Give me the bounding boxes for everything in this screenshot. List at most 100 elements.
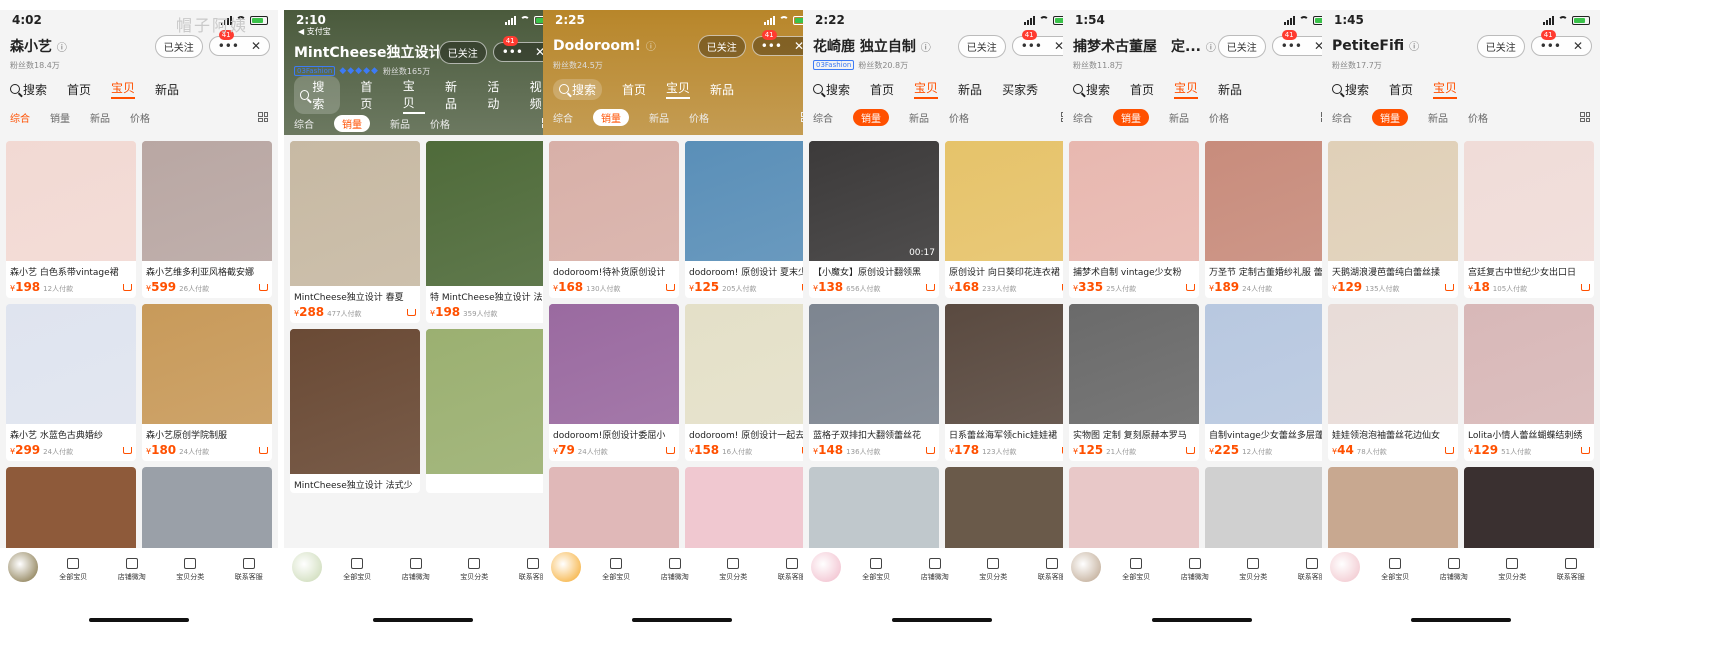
nav-tab[interactable]: 新品 bbox=[1218, 81, 1242, 98]
shop-avatar[interactable] bbox=[1071, 552, 1101, 582]
search-button[interactable]: 搜索 bbox=[10, 81, 47, 98]
product-image[interactable] bbox=[142, 304, 272, 424]
grid-view-icon[interactable] bbox=[258, 112, 268, 122]
product-card[interactable]: MintCheese独立设计 春夏 ¥ 288 477人付款 bbox=[290, 141, 420, 323]
cart-icon[interactable] bbox=[1581, 447, 1590, 454]
tabbar-item[interactable]: 宝贝分类 bbox=[161, 558, 220, 582]
sort-option[interactable]: 销量 bbox=[593, 108, 629, 126]
tabbar-item[interactable]: 全部宝贝 bbox=[847, 558, 906, 582]
nav-tab[interactable]: 宝贝 bbox=[1174, 79, 1199, 99]
product-image[interactable] bbox=[1328, 304, 1458, 424]
shop-name[interactable]: 森小艺 ⓘ bbox=[10, 36, 155, 56]
cart-icon[interactable] bbox=[1581, 284, 1590, 291]
sort-option[interactable]: 价格 bbox=[130, 110, 150, 125]
info-icon[interactable]: ⓘ bbox=[1206, 43, 1216, 54]
tabbar-item[interactable]: 店铺微淘 bbox=[1166, 558, 1225, 582]
cart-icon[interactable] bbox=[1186, 284, 1195, 291]
product-card[interactable]: 捕梦术自制 vintage少女粉 ¥ 335 25人付款 bbox=[1069, 141, 1199, 298]
sort-option[interactable]: 价格 bbox=[1209, 110, 1229, 125]
product-image[interactable] bbox=[809, 304, 939, 424]
tabbar-item[interactable]: 联系客服 bbox=[220, 558, 279, 582]
close-icon[interactable]: ✕ bbox=[251, 39, 261, 53]
search-button[interactable]: 搜索 bbox=[294, 76, 341, 114]
nav-tab[interactable]: 首页 bbox=[870, 81, 894, 98]
nav-tab[interactable]: 首页 bbox=[1389, 81, 1413, 98]
cart-icon[interactable] bbox=[123, 284, 132, 291]
product-card[interactable]: 宫廷复古中世纪少女出口日 ¥ 18 105人付款 bbox=[1464, 141, 1594, 298]
tabbar-item[interactable]: 宝贝分类 bbox=[964, 558, 1023, 582]
product-card[interactable] bbox=[426, 329, 556, 493]
more-icon[interactable]: ••• bbox=[1540, 39, 1561, 53]
sort-option[interactable]: 综合 bbox=[1332, 110, 1352, 125]
sort-option[interactable]: 价格 bbox=[1468, 110, 1488, 125]
back-to-alipay[interactable]: ◀ 支付宝 bbox=[284, 26, 562, 36]
product-image[interactable] bbox=[945, 141, 1075, 261]
product-card[interactable]: 特 MintCheese独立设计 法 ¥ 198 359人付款 bbox=[426, 141, 556, 323]
grid-view-icon[interactable] bbox=[1580, 112, 1590, 122]
product-card[interactable]: Lolita小情人蕾丝蝴蝶结刺绣 ¥ 129 51人付款 bbox=[1464, 304, 1594, 461]
tabbar-item[interactable]: 全部宝贝 bbox=[587, 558, 646, 582]
tabbar-item[interactable]: 店铺微淘 bbox=[387, 558, 446, 582]
tabbar-item[interactable]: 店铺微淘 bbox=[103, 558, 162, 582]
more-icon[interactable]: ••• bbox=[502, 45, 523, 59]
follow-button[interactable]: 已关注 bbox=[957, 34, 1006, 58]
product-image[interactable]: 00:17 bbox=[809, 141, 939, 261]
product-image[interactable] bbox=[549, 304, 679, 424]
product-card[interactable]: MintCheese独立设计 法式少 bbox=[290, 329, 420, 493]
product-card[interactable]: dodoroom!待补货原创设计 ¥ 168 130人付款 bbox=[549, 141, 679, 298]
nav-tab[interactable]: 宝贝 bbox=[1433, 79, 1458, 99]
tabbar-item[interactable]: 全部宝贝 bbox=[328, 558, 387, 582]
nav-tab[interactable]: 活动 bbox=[487, 78, 509, 112]
cart-icon[interactable] bbox=[666, 284, 675, 291]
search-button[interactable]: 搜索 bbox=[553, 78, 603, 100]
cart-icon[interactable] bbox=[407, 309, 416, 316]
sort-option[interactable]: 新品 bbox=[390, 116, 410, 131]
more-menu-button[interactable]: ••• 41 ✕ bbox=[208, 30, 270, 56]
sort-option[interactable]: 价格 bbox=[949, 110, 969, 125]
follow-button[interactable]: 已关注 bbox=[1476, 34, 1525, 58]
cart-icon[interactable] bbox=[926, 284, 935, 291]
product-image[interactable] bbox=[549, 141, 679, 261]
product-image[interactable] bbox=[290, 329, 420, 474]
product-card[interactable]: dodoroom!原创设计委屈小 ¥ 79 24人付款 bbox=[549, 304, 679, 461]
shop-avatar[interactable] bbox=[551, 552, 581, 582]
product-image[interactable] bbox=[685, 304, 815, 424]
more-icon[interactable]: ••• bbox=[761, 39, 782, 53]
tabbar-item[interactable]: 宝贝分类 bbox=[445, 558, 504, 582]
follow-button[interactable]: 已关注 bbox=[154, 34, 203, 58]
sort-option[interactable]: 销量 bbox=[50, 110, 70, 125]
follow-button[interactable]: 已关注 bbox=[1217, 34, 1266, 58]
nav-tab[interactable]: 新品 bbox=[710, 81, 734, 98]
cart-icon[interactable] bbox=[926, 447, 935, 454]
search-button[interactable]: 搜索 bbox=[1332, 81, 1369, 98]
nav-tab[interactable]: 买家秀 bbox=[1002, 81, 1038, 98]
product-card[interactable]: 实物图 定制 复刻原赫本罗马 ¥ 125 21人付款 bbox=[1069, 304, 1199, 461]
product-card[interactable]: 天鹅湖浪漫芭蕾纯白蕾丝揉 ¥ 129 135人付款 bbox=[1328, 141, 1458, 298]
sort-option[interactable]: 新品 bbox=[649, 110, 669, 125]
product-card[interactable]: 森小艺维多利亚风格截安娜 ¥ 599 26人付款 bbox=[142, 141, 272, 298]
product-image[interactable] bbox=[290, 141, 420, 286]
cart-icon[interactable] bbox=[259, 284, 268, 291]
sort-option[interactable]: 新品 bbox=[1169, 110, 1189, 125]
info-icon[interactable]: ⓘ bbox=[921, 43, 931, 54]
tabbar-item[interactable]: 店铺微淘 bbox=[646, 558, 705, 582]
tabbar-item[interactable]: 宝贝分类 bbox=[704, 558, 763, 582]
search-button[interactable]: 搜索 bbox=[813, 81, 850, 98]
product-image[interactable] bbox=[1069, 141, 1199, 261]
product-card[interactable]: 森小艺 白色系带vintage裙 ¥ 198 12人付款 bbox=[6, 141, 136, 298]
info-icon[interactable]: ⓘ bbox=[1409, 42, 1419, 53]
product-image[interactable] bbox=[6, 141, 136, 261]
more-icon[interactable]: ••• bbox=[1021, 39, 1042, 53]
tabbar-item[interactable]: 宝贝分类 bbox=[1483, 558, 1542, 582]
more-menu-button[interactable]: ••• 41 ✕ bbox=[1530, 30, 1592, 56]
shop-name[interactable]: PetiteFifi ⓘ bbox=[1332, 38, 1477, 54]
nav-tab[interactable]: 首页 bbox=[360, 78, 382, 112]
product-image[interactable] bbox=[1205, 304, 1335, 424]
follow-button[interactable]: 已关注 bbox=[438, 40, 487, 64]
product-image[interactable] bbox=[426, 329, 556, 474]
product-image[interactable] bbox=[1069, 304, 1199, 424]
tabbar-item[interactable]: 全部宝贝 bbox=[44, 558, 103, 582]
info-icon[interactable]: ⓘ bbox=[646, 42, 656, 53]
tabbar-item[interactable]: 宝贝分类 bbox=[1224, 558, 1283, 582]
tabbar-item[interactable]: 全部宝贝 bbox=[1107, 558, 1166, 582]
